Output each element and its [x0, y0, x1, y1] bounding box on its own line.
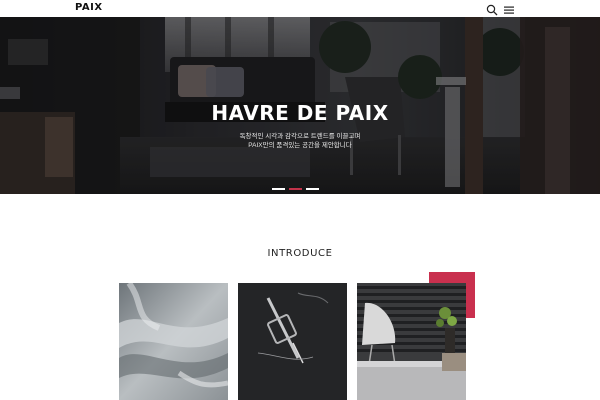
search-icon[interactable]: [486, 3, 498, 16]
hero-title: HAVRE DE PAIX: [211, 101, 389, 125]
slider-pagination: [272, 188, 319, 190]
hero-banner: HAVRE DE PAIX 독창적인 시각과 감각으로 트렌드를 이끌고며 PA…: [0, 17, 600, 194]
introduce-heading: INTRODUCE: [267, 248, 333, 259]
chair-interior-image: [357, 283, 466, 400]
slide-dot-2-active[interactable]: [289, 188, 302, 190]
hero-subtitle-line-1: 독창적인 시각과 감각으로 트렌드를 이끌고며: [239, 133, 361, 140]
hero-subtitle-line-2: PAIX만의 품격있는 공간을 제안합니다: [248, 142, 352, 149]
hamburger-menu-icon[interactable]: [503, 3, 515, 15]
site-logo[interactable]: PAIX: [75, 2, 103, 13]
intro-card-interior[interactable]: [357, 283, 466, 400]
intro-card-fabric[interactable]: [119, 283, 228, 400]
intro-card-sewing[interactable]: [238, 283, 347, 400]
fabric-image: [119, 283, 228, 400]
slide-dot-1[interactable]: [272, 188, 285, 190]
site-header: PAIX: [0, 0, 600, 17]
slide-dot-3[interactable]: [306, 188, 319, 190]
sewing-machine-image: [238, 283, 347, 400]
